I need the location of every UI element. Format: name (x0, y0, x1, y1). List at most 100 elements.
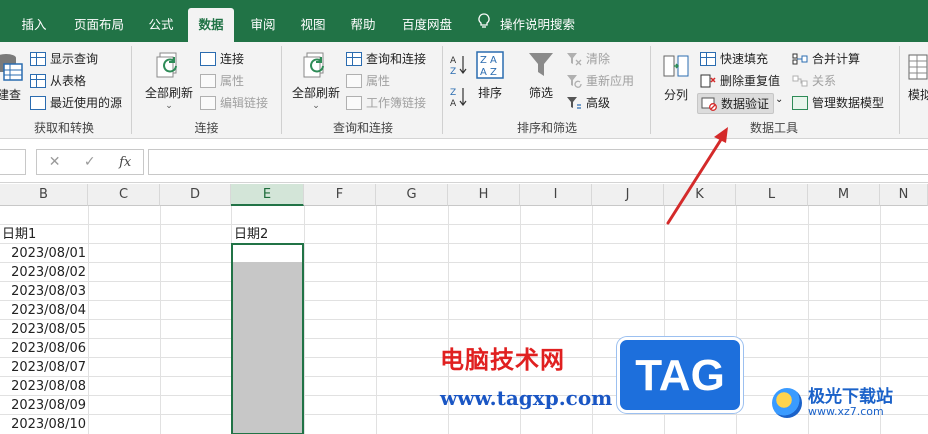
relationships-button[interactable]: 关系 (792, 72, 836, 89)
group-label-connections: 连接 (194, 121, 219, 135)
enter-icon[interactable]: ✓ (84, 154, 96, 170)
svg-text:Z: Z (450, 88, 456, 98)
tab-page-layout[interactable]: 页面布局 (62, 8, 136, 42)
column-header-c[interactable]: C (88, 184, 160, 206)
filter-button[interactable]: 筛选 (524, 50, 558, 101)
cell-b3[interactable]: 2023/08/01 (0, 244, 86, 263)
from-table-button[interactable]: 从表格 (30, 72, 86, 89)
column-header-g[interactable]: G (376, 184, 448, 206)
clear-filter-button[interactable]: 清除 (566, 50, 610, 67)
show-queries-button[interactable]: 显示查询 (30, 50, 98, 67)
flash-fill-label: 快速填充 (720, 52, 769, 66)
cell-b7[interactable]: 2023/08/05 (0, 320, 86, 339)
group-label-data-tools: 数据工具 (749, 121, 798, 135)
column-header-h[interactable]: H (448, 184, 520, 206)
column-header-i[interactable]: I (520, 184, 592, 206)
cell-b5[interactable]: 2023/08/03 (0, 282, 86, 301)
workbook-links-button[interactable]: 工作簿链接 (346, 94, 426, 111)
tab-data[interactable]: 数据 (188, 8, 234, 42)
ribbon-separator (131, 46, 132, 134)
data-validation-dropdown[interactable]: ⌄ (775, 94, 783, 105)
queries-connections-button[interactable]: 查询和连接 (346, 50, 426, 67)
data-validation-button[interactable]: 数据验证 (697, 93, 775, 114)
edit-links-icon (200, 95, 216, 110)
tab-view[interactable]: 视图 (290, 8, 336, 42)
tab-review[interactable]: 审阅 (240, 8, 286, 42)
ribbon-data: 建查 显示查询 从表格 最近使用的源 获取和转换 全部刷新 ⌄ 连接 属性 编辑… (0, 42, 928, 139)
reapply-button[interactable]: 重新应用 (566, 72, 634, 89)
what-if-icon (907, 52, 928, 82)
cell-b4[interactable]: 2023/08/02 (0, 263, 86, 282)
watermark-site-url: www.tagxp.com (440, 386, 613, 410)
new-query-button[interactable]: 建查 (0, 52, 24, 103)
relationships-label: 关系 (812, 74, 837, 88)
database-icon (0, 52, 24, 82)
cell-b10[interactable]: 2023/08/08 (0, 377, 86, 396)
column-header-f[interactable]: F (304, 184, 376, 206)
advanced-filter-button[interactable]: 高级 (566, 94, 610, 111)
column-header-m[interactable]: M (808, 184, 880, 206)
watermark-site-name: 电脑技术网 (440, 346, 565, 374)
cell-b6[interactable]: 2023/08/04 (0, 301, 86, 320)
query-properties-button[interactable]: 属性 (346, 72, 390, 89)
tab-insert[interactable]: 插入 (8, 8, 60, 42)
text-to-columns-button[interactable]: 分列 (656, 52, 696, 103)
sort-label: 排序 (477, 86, 502, 100)
properties-button[interactable]: 属性 (200, 72, 244, 89)
filter-funnel-icon (526, 50, 556, 80)
cell-b11[interactable]: 2023/08/09 (0, 396, 86, 415)
cell-b9[interactable]: 2023/08/07 (0, 358, 86, 377)
cell-b8[interactable]: 2023/08/06 (0, 339, 86, 358)
table-icon (30, 73, 46, 88)
insert-function-icon[interactable]: fx (119, 155, 131, 170)
ribbon-separator (281, 46, 282, 134)
column-header-n[interactable]: N (880, 184, 928, 206)
properties-label: 属性 (220, 74, 245, 88)
column-header-d[interactable]: D (160, 184, 231, 206)
svg-text:A Z: A Z (480, 67, 497, 78)
recent-sources-button[interactable]: 最近使用的源 (30, 94, 122, 111)
column-header-j[interactable]: J (592, 184, 664, 206)
selected-range[interactable] (231, 243, 304, 434)
advanced-filter-label: 高级 (586, 96, 611, 110)
sort-za-button[interactable]: ZA (450, 86, 468, 111)
tab-formulas[interactable]: 公式 (138, 8, 184, 42)
sort-descending-icon: ZA (450, 86, 468, 111)
refresh-icon (301, 50, 331, 80)
connections-button[interactable]: 连接 (200, 50, 244, 67)
cell-e2[interactable]: 日期2 (234, 225, 268, 244)
tab-help[interactable]: 帮助 (340, 8, 386, 42)
what-if-analysis-button[interactable]: 模拟 (905, 52, 928, 103)
name-box[interactable] (0, 149, 26, 175)
sort-ascending-icon: AZ (450, 54, 468, 79)
sort-dialog-icon: Z AA Z (475, 50, 505, 80)
new-query-label: 建查 (0, 88, 21, 102)
column-header-k[interactable]: K (664, 184, 736, 206)
svg-text:A: A (450, 99, 457, 108)
reapply-label: 重新应用 (586, 74, 635, 88)
refresh-all-button[interactable]: 全部刷新 ⌄ (141, 50, 197, 111)
connections-icon (200, 51, 216, 66)
svg-text:A: A (450, 56, 457, 66)
tell-me-search[interactable]: 操作说明搜索 (478, 8, 575, 42)
tab-baidu-pan[interactable]: 百度网盘 (390, 8, 464, 42)
column-header-l[interactable]: L (736, 184, 808, 206)
remove-duplicates-button[interactable]: 删除重复值 (700, 72, 780, 89)
consolidate-button[interactable]: 合并计算 (792, 50, 860, 67)
cell-b2[interactable]: 日期1 (2, 225, 36, 244)
sort-button[interactable]: Z AA Z 排序 (474, 50, 506, 101)
edit-links-label: 编辑链接 (220, 96, 269, 110)
column-header-b[interactable]: B (0, 184, 88, 206)
cell-b12[interactable]: 2023/08/10 (0, 415, 86, 434)
edit-links-button[interactable]: 编辑链接 (200, 94, 268, 111)
relationships-icon (792, 74, 808, 88)
queries-connections-label: 查询和连接 (366, 52, 427, 66)
remove-duplicates-icon (700, 74, 716, 88)
formula-input[interactable] (148, 149, 928, 175)
flash-fill-button[interactable]: 快速填充 (700, 50, 768, 67)
manage-data-model-button[interactable]: 管理数据模型 (792, 94, 884, 111)
refresh-all-queries-button[interactable]: 全部刷新 ⌄ (288, 50, 344, 111)
cancel-icon[interactable]: ✕ (49, 154, 61, 170)
column-header-e[interactable]: E (231, 184, 304, 206)
sort-az-button[interactable]: AZ (450, 54, 468, 79)
